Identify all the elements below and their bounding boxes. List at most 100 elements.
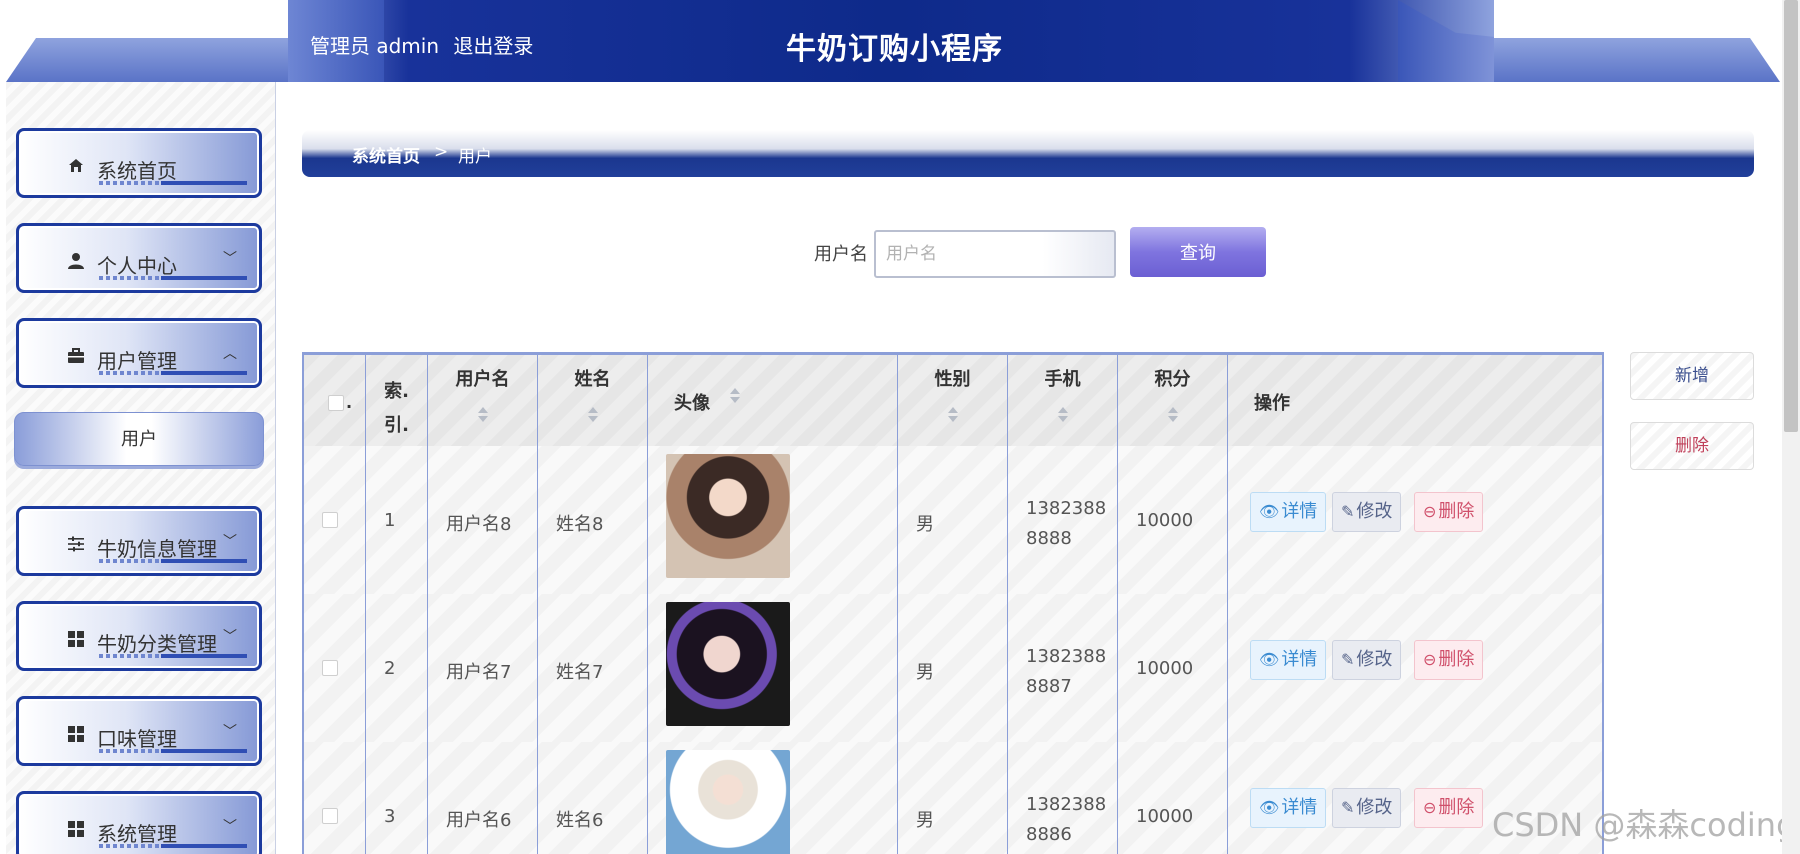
menu-decoration-bar	[99, 559, 247, 563]
table-header: . 索. 引. 用户名 姓名 头像 性别 手机 积分 操作	[304, 355, 1602, 446]
row-gender: 男	[916, 662, 934, 683]
sort-icon[interactable]	[477, 407, 488, 423]
cell-gender: 男	[898, 742, 1008, 854]
header-avatar[interactable]: 头像	[648, 355, 898, 446]
row-checkbox[interactable]	[322, 660, 338, 676]
select-all-dot: .	[346, 393, 353, 412]
detail-label: 详情	[1281, 501, 1318, 522]
header-gender[interactable]: 性别	[898, 355, 1008, 446]
app-header: 管理员 admin 退出登录 牛奶订购小程序	[0, 0, 1800, 82]
header-phone-label: 手机	[1044, 369, 1081, 390]
sidebar-item-flavor[interactable]: 口味管理 ﹀	[16, 696, 262, 766]
row-username: 用户名6	[446, 810, 512, 831]
sidebar: 系统首页 个人中心 ﹀ 用户管理 ︿ 用户 牛奶信息管理 ﹀ 牛奶分类管理 ﹀	[6, 82, 276, 854]
avatar-image[interactable]	[666, 454, 790, 578]
header-phone[interactable]: 手机	[1008, 355, 1118, 446]
delete-button[interactable]: ⊖ 删除	[1414, 640, 1484, 680]
cell-points: 10000	[1118, 594, 1228, 742]
phone-line-2: 8888	[1026, 528, 1072, 549]
page-scrollbar[interactable]	[1782, 0, 1800, 854]
delete-button[interactable]: ⊖ 删除	[1414, 788, 1484, 828]
sidebar-item-label: 系统管理	[97, 822, 177, 846]
cell-username: 用户名7	[428, 594, 538, 742]
sidebar-item-home[interactable]: 系统首页	[16, 128, 262, 198]
header-username[interactable]: 用户名	[428, 355, 538, 446]
sidebar-subitem-users[interactable]: 用户	[14, 412, 264, 466]
sort-icon[interactable]	[730, 388, 740, 404]
grid-icon	[65, 818, 87, 840]
cell-points: 10000	[1118, 742, 1228, 854]
detail-label: 详情	[1281, 649, 1318, 670]
delete-button[interactable]: ⊖ 删除	[1414, 492, 1484, 532]
sort-icon[interactable]	[587, 407, 598, 423]
avatar-image[interactable]	[666, 750, 790, 854]
search-label: 用户名	[814, 244, 868, 265]
row-name: 姓名8	[556, 514, 604, 535]
bulk-delete-button[interactable]: 删除	[1630, 422, 1754, 470]
add-button[interactable]: 新增	[1630, 352, 1754, 400]
edit-button[interactable]: ✎ 修改	[1332, 640, 1402, 680]
edit-icon: ✎	[1341, 650, 1355, 669]
breadcrumb-home-link[interactable]: 系统首页	[352, 142, 420, 167]
phone-line-2: 8887	[1026, 676, 1072, 697]
edit-button[interactable]: ✎ 修改	[1332, 492, 1402, 532]
cell-username: 用户名6	[428, 742, 538, 854]
admin-label: 管理员 admin	[310, 34, 440, 58]
menu-decoration-bar	[99, 276, 247, 280]
cell-username: 用户名8	[428, 446, 538, 594]
row-gender: 男	[916, 810, 934, 831]
table-row: 3 用户名6 姓名6 男 1382388 8886 10000 👁 详情 ✎ 修改 ⊖…	[304, 742, 1602, 854]
header-select-all: .	[304, 355, 366, 446]
menu-decoration-bar	[99, 654, 247, 658]
cell-avatar	[648, 594, 898, 742]
header-name[interactable]: 姓名	[538, 355, 648, 446]
cell-phone: 1382388 8887	[1008, 594, 1118, 742]
header-wing-left	[6, 38, 288, 82]
menu-decoration-bar	[99, 371, 247, 375]
avatar-image[interactable]	[666, 602, 790, 726]
sidebar-item-user-management[interactable]: 用户管理 ︿	[16, 318, 262, 388]
row-username: 用户名8	[446, 514, 512, 535]
header-name-label: 姓名	[574, 369, 611, 390]
delete-label: 删除	[1438, 649, 1475, 670]
search-button[interactable]: 查询	[1130, 227, 1266, 277]
detail-button[interactable]: 👁 详情	[1250, 640, 1327, 680]
row-checkbox[interactable]	[322, 512, 338, 528]
select-all-checkbox[interactable]	[328, 395, 344, 411]
eye-icon: 👁	[1259, 502, 1280, 521]
row-phone: 1382388 8887	[1026, 642, 1106, 702]
row-checkbox[interactable]	[322, 808, 338, 824]
sort-icon[interactable]	[1167, 407, 1178, 423]
sidebar-item-milk-info[interactable]: 牛奶信息管理 ﹀	[16, 506, 262, 576]
header-points[interactable]: 积分	[1118, 355, 1228, 446]
detail-button[interactable]: 👁 详情	[1250, 492, 1327, 532]
users-table: . 索. 引. 用户名 姓名 头像 性别 手机 积分 操作 1 用户名8 姓名8…	[302, 352, 1604, 854]
menu-decoration-bar	[99, 844, 247, 848]
cell-avatar	[648, 742, 898, 854]
scrollbar-thumb[interactable]	[1784, 0, 1798, 432]
edit-button[interactable]: ✎ 修改	[1332, 788, 1402, 828]
cell-name: 姓名7	[538, 594, 648, 742]
sidebar-item-label: 口味管理	[97, 727, 177, 751]
delete-label: 删除	[1438, 501, 1475, 522]
watermark: CSDN @森森coding	[1492, 806, 1797, 844]
sort-icon[interactable]	[1057, 407, 1068, 423]
sidebar-item-personal-center[interactable]: 个人中心 ﹀	[16, 223, 262, 293]
breadcrumb: 系统首页 > 用户	[302, 130, 1754, 177]
sidebar-item-label: 牛奶信息管理	[97, 537, 217, 561]
cell-gender: 男	[898, 594, 1008, 742]
cell-name: 姓名8	[538, 446, 648, 594]
sort-icon[interactable]	[947, 407, 958, 423]
sidebar-item-milk-category[interactable]: 牛奶分类管理 ﹀	[16, 601, 262, 671]
header-username-label: 用户名	[455, 369, 510, 390]
logout-link[interactable]: 退出登录	[453, 34, 533, 58]
menu-decoration-bar	[99, 181, 247, 185]
eye-icon: 👁	[1259, 798, 1280, 817]
menu-decoration-bar	[99, 749, 247, 753]
cell-select	[304, 594, 366, 742]
row-phone: 1382388 8886	[1026, 790, 1106, 850]
username-search-input[interactable]	[874, 230, 1116, 278]
sidebar-item-label: 系统首页	[97, 159, 177, 183]
detail-button[interactable]: 👁 详情	[1250, 788, 1327, 828]
sidebar-item-system[interactable]: 系统管理 ﹀	[16, 791, 262, 854]
